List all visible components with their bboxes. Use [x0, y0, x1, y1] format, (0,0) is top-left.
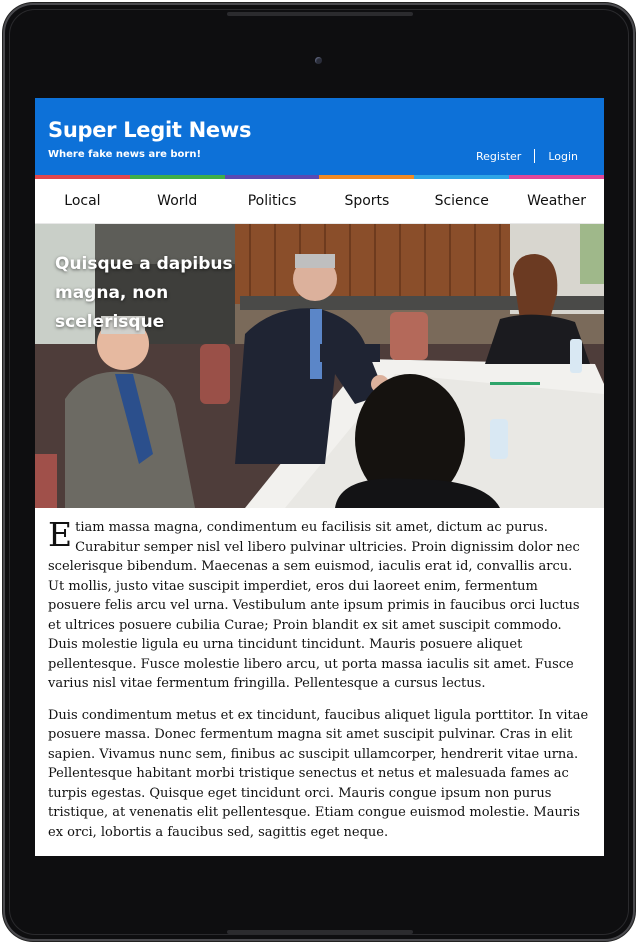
- paragraph-text: tiam massa magna, condimentum eu facilis…: [48, 520, 580, 691]
- main-nav: Local World Politics Sports Science Weat…: [35, 179, 604, 224]
- browser-screen: Super Legit News Where fake news are bor…: [35, 98, 604, 856]
- article-body: Etiam massa magna, condimentum eu facili…: [35, 508, 604, 842]
- nav-item-world[interactable]: World: [130, 193, 225, 209]
- article-paragraph: Duis condimentum metus et ex tincidunt, …: [48, 707, 589, 840]
- nav-item-politics[interactable]: Politics: [225, 193, 320, 209]
- drop-cap: E: [48, 515, 73, 554]
- tablet-top-edge: [227, 12, 413, 16]
- camera-icon: [315, 57, 322, 64]
- site-header: Super Legit News Where fake news are bor…: [35, 98, 604, 175]
- color-strip-segment: [224, 175, 320, 179]
- auth-links: Register Login: [476, 149, 578, 163]
- color-strip-segment: [319, 175, 415, 179]
- site-title[interactable]: Super Legit News: [48, 118, 251, 142]
- tablet-bottom-edge: [227, 930, 413, 934]
- auth-divider: [534, 149, 536, 163]
- register-link[interactable]: Register: [476, 150, 521, 163]
- nav-item-local[interactable]: Local: [35, 193, 130, 209]
- category-color-strip: [35, 175, 604, 179]
- nav-item-weather[interactable]: Weather: [509, 193, 604, 209]
- color-strip-segment: [35, 175, 130, 179]
- login-link[interactable]: Login: [548, 150, 578, 163]
- site-tagline: Where fake news are born!: [48, 149, 202, 160]
- tablet-frame: Super Legit News Where fake news are bor…: [3, 3, 635, 941]
- color-strip-segment: [129, 175, 225, 179]
- nav-item-sports[interactable]: Sports: [319, 193, 414, 209]
- color-strip-segment: [414, 175, 510, 179]
- hero-headline[interactable]: Quisque a dapibus magna, non scelerisque: [55, 250, 255, 337]
- hero-image[interactable]: Quisque a dapibus magna, non scelerisque: [35, 224, 604, 508]
- color-strip-segment: [509, 175, 604, 179]
- article-paragraph: Etiam massa magna, condimentum eu facili…: [48, 518, 591, 694]
- nav-item-science[interactable]: Science: [414, 193, 509, 209]
